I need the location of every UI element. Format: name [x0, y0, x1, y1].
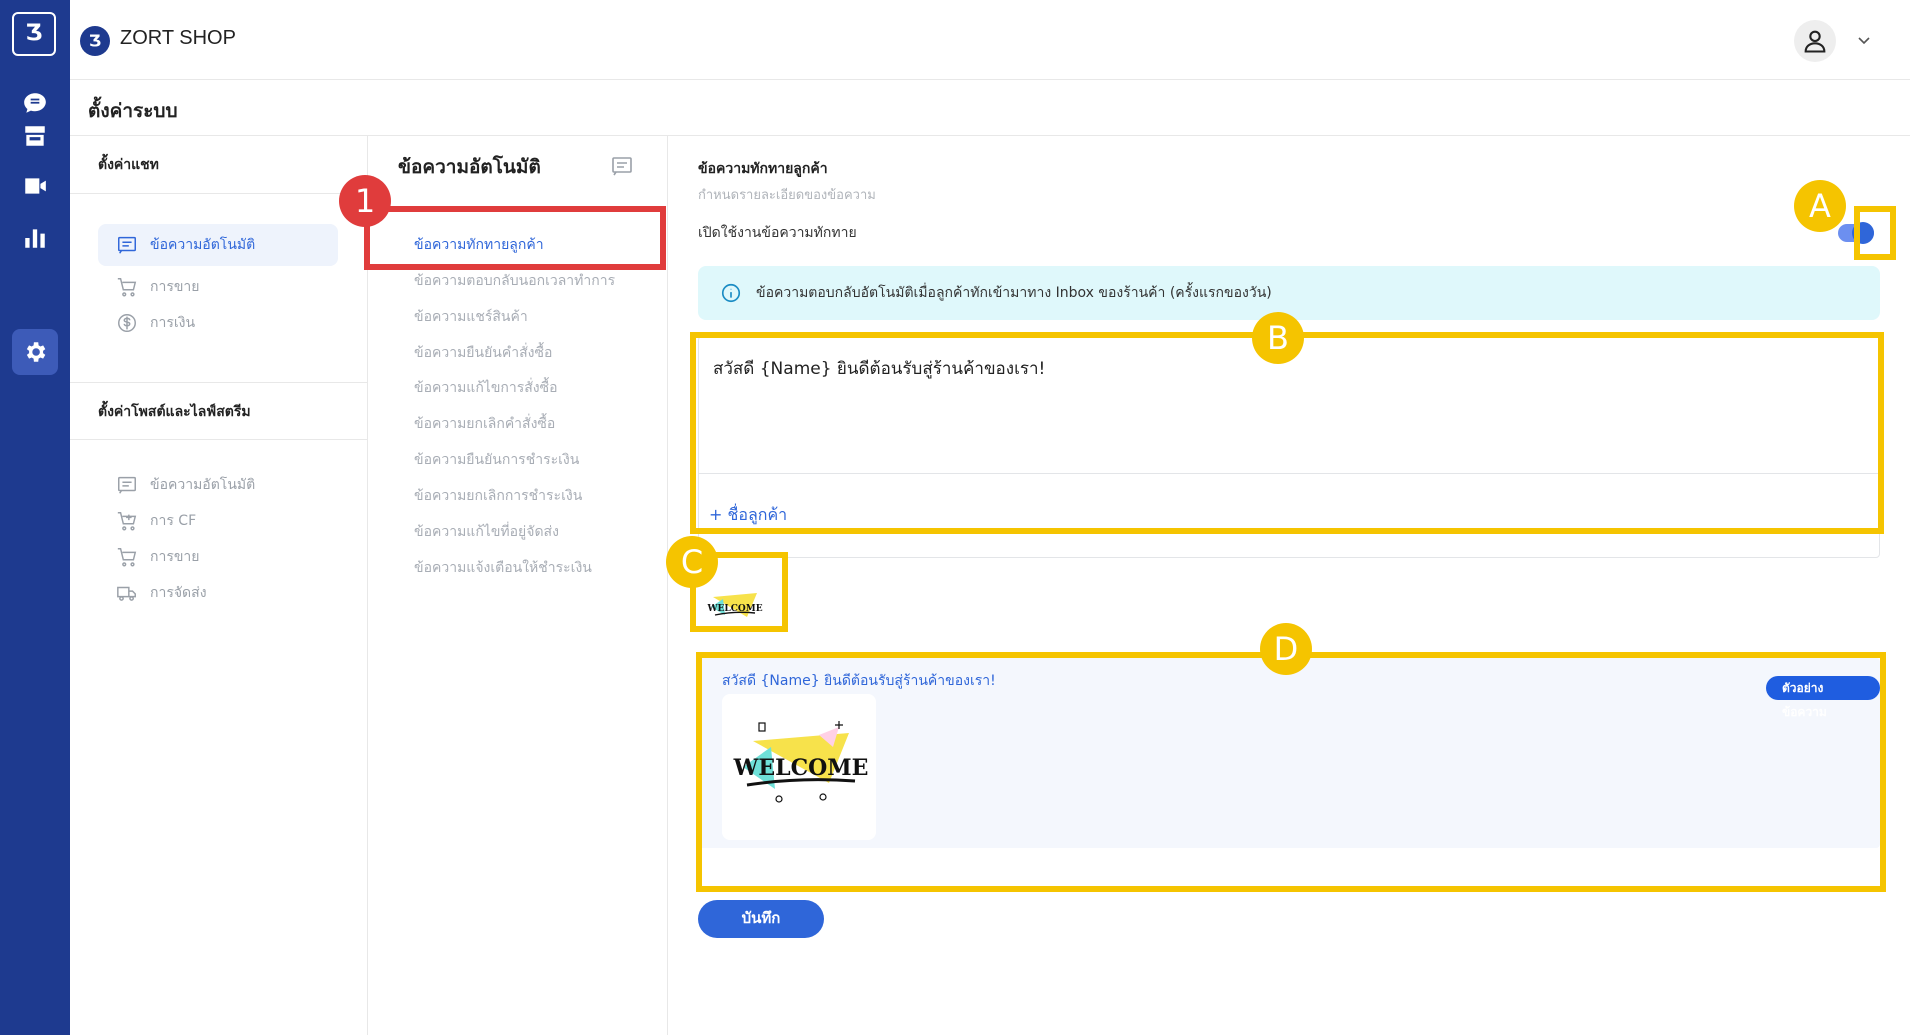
cart-icon — [117, 278, 137, 297]
page-title-bar: ตั้งค่าระบบ — [70, 80, 1910, 136]
greeting-toggle-label: เปิดใช้งานข้อความทักทาย — [698, 225, 857, 241]
chevron-down-icon[interactable] — [1856, 32, 1872, 48]
message-item-after-hours[interactable]: ข้อความตอบกลับนอกเวลาทำการ — [414, 270, 615, 292]
chat-settings-title: ตั้งค่าแชท — [98, 157, 159, 173]
sidebar-item-label: การขาย — [150, 279, 200, 295]
message-item-payment-reminder[interactable]: ข้อความแจ้งเตือนให้ชำระเงิน — [414, 557, 592, 579]
settings-sidebar: ตั้งค่าแชท ข้อความอัตโนมัติ การขาย การเง… — [70, 136, 368, 1035]
store-nav-button[interactable] — [12, 113, 58, 159]
greeting-settings-panel: ข้อความทักทายลูกค้า กำหนดรายละเอียดของข้… — [668, 136, 1910, 1035]
annotation-box-step1 — [364, 206, 666, 270]
message-icon — [118, 236, 136, 254]
user-icon — [1804, 30, 1826, 53]
auto-message-list: ข้อความอัตโนมัติ ข้อความทักทายลูกค้า ข้อ… — [368, 136, 668, 1035]
post-settings-header: ตั้งค่าโพสต์และไลฟ์สตรีม — [70, 382, 368, 440]
post-settings-title: ตั้งค่าโพสต์และไลฟ์สตรีม — [98, 404, 251, 420]
sidebar-item-label: การจัดส่ง — [150, 585, 207, 601]
page-title: ตั้งค่าระบบ — [88, 100, 178, 122]
message-item-cancel-payment[interactable]: ข้อความยกเลิกการชำระเงิน — [414, 485, 582, 507]
info-text: ข้อความตอบกลับอัตโนมัติเมื่อลูกค้าทักเข้… — [756, 285, 1272, 301]
top-bar: Ʒ ZORT SHOP — [70, 0, 1910, 80]
cart-plus-icon — [117, 512, 137, 531]
user-avatar[interactable] — [1794, 20, 1836, 62]
annotation-marker-c: C — [666, 536, 718, 588]
annotation-marker-d: D — [1260, 623, 1312, 675]
shop-logo: Ʒ — [80, 26, 110, 56]
message-item-edit-order[interactable]: ข้อความแก้ไขการสั่งซื้อ — [414, 377, 558, 399]
chat-settings-header: ตั้งค่าแชท — [70, 136, 368, 194]
dollar-icon — [118, 314, 136, 332]
annotation-marker-b: B — [1252, 312, 1304, 364]
cart-icon — [117, 548, 137, 567]
sidebar-item-label: ข้อความอัตโนมัติ — [150, 477, 256, 493]
sidebar-item-post-shipping[interactable]: การจัดส่ง — [98, 572, 338, 614]
video-nav-button[interactable] — [12, 163, 58, 209]
info-icon — [721, 283, 741, 303]
message-item-edit-address[interactable]: ข้อความแก้ไขที่อยู่จัดส่ง — [414, 521, 559, 543]
save-button[interactable]: บันทึก — [698, 900, 824, 938]
sidebar-item-label: การ CF — [150, 513, 197, 529]
store-icon — [25, 126, 45, 146]
annotation-marker-a: A — [1794, 180, 1846, 232]
sidebar-item-label: ข้อความอัตโนมัติ — [150, 237, 256, 253]
message-icon — [118, 476, 136, 494]
chart-icon — [25, 229, 45, 248]
sidebar-item-label: การขาย — [150, 549, 200, 565]
message-item-share-product[interactable]: ข้อความแชร์สินค้า — [414, 306, 528, 328]
video-icon — [25, 178, 46, 194]
settings-nav-button[interactable] — [12, 329, 58, 375]
sidebar-item-chat-auto-message[interactable]: ข้อความอัตโนมัติ — [98, 224, 338, 266]
app-logo[interactable]: Ʒ — [12, 12, 56, 56]
annotation-marker-step1: 1 — [339, 175, 391, 227]
sidebar-item-label: การเงิน — [150, 315, 196, 331]
panel-title: ข้อความทักทายลูกค้า — [698, 161, 828, 177]
truck-icon — [117, 586, 136, 601]
settings-icon — [26, 342, 46, 362]
message-item-cancel-order[interactable]: ข้อความยกเลิกคำสั่งซื้อ — [414, 413, 555, 435]
info-banner: ข้อความตอบกลับอัตโนมัติเมื่อลูกค้าทักเข้… — [698, 266, 1880, 320]
panel-subtitle: กำหนดรายละเอียดของข้อความ — [698, 188, 876, 203]
annotation-box-d — [696, 652, 1886, 892]
shop-name: ZORT SHOP — [120, 27, 236, 49]
message-item-confirm-order[interactable]: ข้อความยืนยันคำสั่งซื้อ — [414, 342, 552, 364]
message-item-confirm-payment[interactable]: ข้อความยืนยันการชำระเงิน — [414, 449, 579, 471]
left-rail: Ʒ — [0, 0, 70, 1035]
message-icon — [612, 157, 632, 176]
annotation-box-a — [1854, 206, 1896, 260]
auto-message-title: ข้อความอัตโนมัติ — [398, 156, 541, 178]
sidebar-item-chat-finance[interactable]: การเงิน — [98, 302, 338, 344]
report-nav-button[interactable] — [12, 215, 58, 261]
